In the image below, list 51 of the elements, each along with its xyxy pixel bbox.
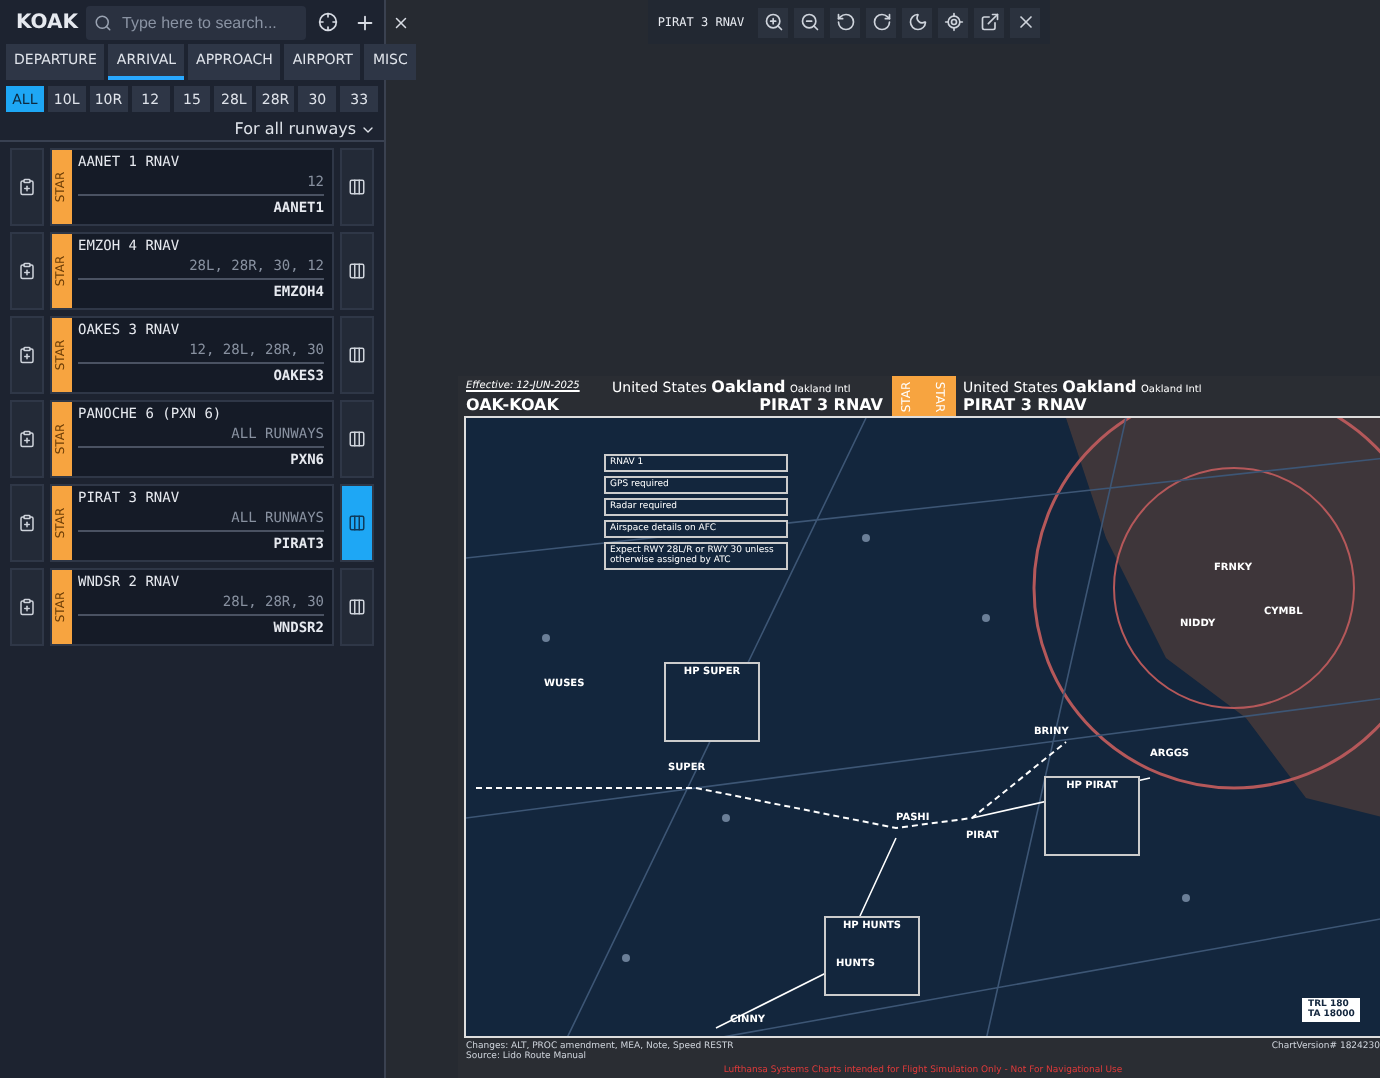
plus-icon [354,11,377,33]
close-icon [392,13,411,31]
columns-icon [348,346,366,364]
procedure-title: PIRAT 3 RNAV [759,396,883,414]
airport-code: KOAK [16,11,79,33]
columns-icon [348,178,366,196]
open-chart-button[interactable] [340,400,374,478]
clipboard-plus-icon [18,346,36,364]
columns-icon [348,514,366,532]
center-button[interactable] [938,7,969,37]
zoom-out-icon [799,12,820,32]
open-chart-button[interactable] [340,148,374,226]
external-link-icon [979,12,1000,32]
add-to-clipboard-button[interactable] [10,400,44,478]
clipboard-plus-icon [18,514,36,532]
procedure-title: PIRAT 3 RNAV [963,396,1087,414]
open-chart-button[interactable] [340,568,374,646]
open-chart-button[interactable] [340,232,374,310]
columns-icon [348,430,366,448]
zoom-in-button[interactable] [758,7,789,37]
zoom-out-button[interactable] [794,7,825,37]
add-to-clipboard-button[interactable] [10,148,44,226]
search-field[interactable]: Type here to search... [86,5,307,39]
add-to-clipboard-button[interactable] [10,484,44,562]
airport-ident: OAK-KOAK [466,396,559,414]
search-icon [94,13,113,31]
close-icon [1015,12,1036,32]
crosshair-icon [318,12,339,32]
open-chart-button[interactable] [340,316,374,394]
runway-filter-dropdown[interactable]: For all runways [226,118,384,140]
clipboard-plus-icon [18,598,36,616]
close-button[interactable] [1010,7,1041,37]
rotate-right-button[interactable] [866,7,897,37]
clipboard-plus-icon [18,262,36,280]
rotate-right-icon [871,12,892,32]
night-mode-button[interactable] [902,7,933,37]
locate-icon [943,12,964,32]
zoom-in-icon [763,12,784,32]
clipboard-plus-icon [18,430,36,448]
add-to-clipboard-button[interactable] [10,232,44,310]
rotate-left-button[interactable] [830,7,861,37]
open-chart-button[interactable] [340,484,374,562]
columns-icon [348,598,366,616]
columns-icon [348,262,366,280]
add-to-clipboard-button[interactable] [10,316,44,394]
add-to-clipboard-button[interactable] [10,568,44,646]
moon-icon [907,12,928,32]
clipboard-plus-icon [18,178,36,196]
open-external-button[interactable] [974,7,1005,37]
rotate-left-icon [835,12,856,32]
crosshair-button[interactable] [314,8,343,36]
